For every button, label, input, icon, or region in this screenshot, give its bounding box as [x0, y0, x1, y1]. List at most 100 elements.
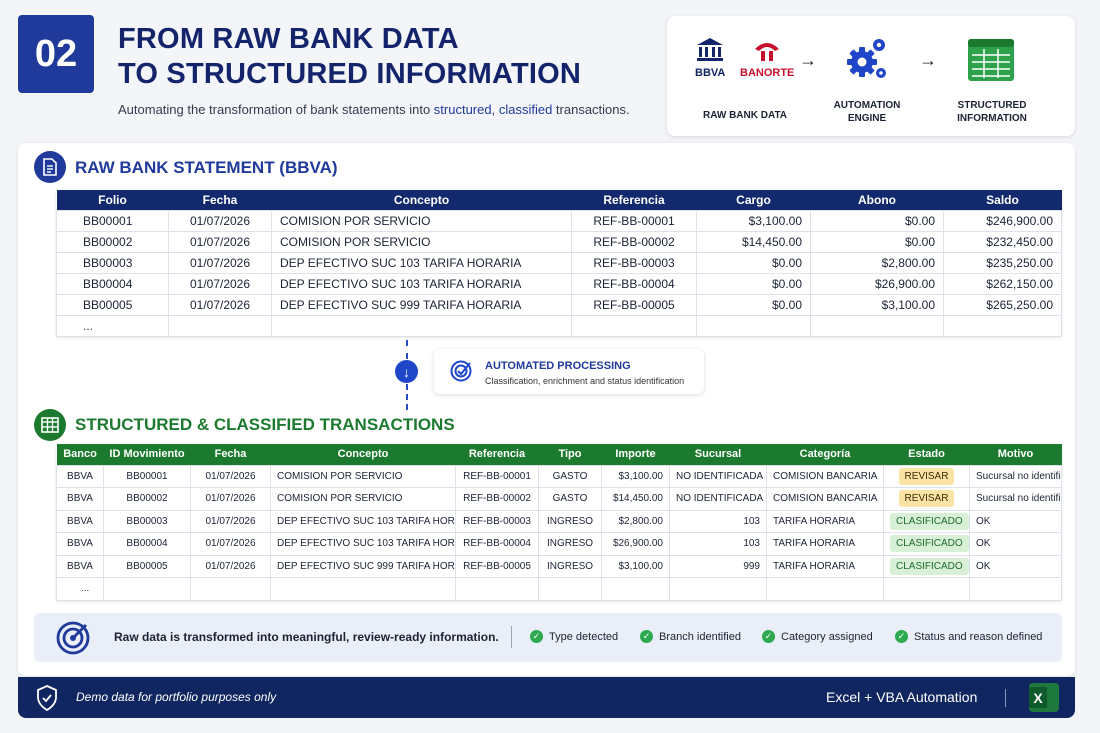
table-row-ellipsis: ... — [56, 577, 1062, 601]
table-cell: COMISION POR SERVICIO — [270, 464, 456, 488]
table-cell: $232,450.00 — [943, 230, 1062, 253]
table-cell — [969, 577, 1062, 601]
subtitle-highlight-classified: classified — [498, 102, 553, 117]
table-cell — [271, 314, 572, 337]
table-cell: $262,150.00 — [943, 272, 1062, 295]
spreadsheet-icon — [968, 39, 1014, 81]
table-cell: INGRESO — [538, 532, 602, 556]
table-cell: INGRESO — [538, 554, 602, 578]
raw-column-header: Abono — [810, 190, 944, 210]
cls-column-header: Sucursal — [669, 444, 767, 465]
check-label: Branch identified — [659, 630, 741, 643]
table-cell: $14,450.00 — [696, 230, 811, 253]
table-cell: $0.00 — [696, 293, 811, 316]
process-flow-card: BBVA BANORTE → RAW BANK DATA → AUTOMATIO… — [667, 16, 1075, 136]
table-cell: COMISION POR SERVICIO — [271, 230, 572, 253]
subtitle-text: transactions. — [552, 102, 630, 117]
table-cell — [538, 577, 602, 601]
subtitle-highlight-structured: structured — [433, 102, 492, 117]
connector-line — [406, 340, 408, 359]
table-row: BB00002 01/07/2026 COMISION POR SERVICIO RE… — [56, 230, 1062, 253]
table-cell: CLASIFICADO — [883, 532, 970, 556]
processing-subtitle: Classification, enrichment and status id… — [485, 376, 685, 386]
cls-column-header: Fecha — [190, 444, 271, 465]
page-subtitle: Automating the transformation of bank st… — [118, 102, 630, 117]
table-cell: DEP EFECTIVO SUC 103 TARIFA HORARIA — [271, 272, 572, 295]
table-cell — [103, 577, 191, 601]
table-cell: $235,250.00 — [943, 251, 1062, 274]
raw-statement-title: RAW BANK STATEMENT (BBVA) — [75, 158, 338, 177]
cls-column-header: Banco — [56, 444, 104, 465]
disclaimer-text: Demo data for portfolio purposes only — [76, 690, 277, 704]
table-cell: TARIFA HORARIA — [766, 554, 884, 578]
footer-bar: Demo data for portfolio purposes only Ex… — [18, 677, 1075, 718]
table-cell: 01/07/2026 — [190, 554, 271, 578]
table-cell — [943, 314, 1062, 337]
table-cell: Sucursal no identificada — [969, 464, 1062, 488]
table-row: BBVA BB00002 01/07/2026 COMISION POR SERVIC… — [56, 487, 1062, 511]
table-cell: DEP EFECTIVO SUC 103 TARIFA HORARIA — [271, 251, 572, 274]
table-cell: $3,100.00 — [601, 464, 670, 488]
table-cell: REF-BB-00005 — [571, 293, 697, 316]
cls-column-header: Categoría — [766, 444, 884, 465]
table-icon — [34, 409, 66, 441]
table-cell: 01/07/2026 — [168, 293, 272, 316]
table-cell — [168, 314, 272, 337]
table-cell: $3,100.00 — [601, 554, 670, 578]
raw-column-header: Saldo — [943, 190, 1062, 210]
table-cell: COMISION POR SERVICIO — [270, 487, 456, 511]
table-cell: BB00001 — [56, 209, 169, 232]
table-cell: 01/07/2026 — [190, 487, 271, 511]
processing-title: AUTOMATED PROCESSING — [485, 360, 631, 372]
table-cell: NO IDENTIFICADA — [669, 464, 767, 488]
automated-processing-callout: AUTOMATED PROCESSING Classification, enr… — [434, 349, 704, 394]
label-line: ENGINE — [847, 113, 887, 124]
raw-column-header: Referencia — [571, 190, 697, 210]
label-line: INFORMATION — [957, 113, 1027, 124]
bank-icon — [697, 38, 723, 61]
section-number-badge: 02 — [18, 15, 94, 93]
table-cell: DEP EFECTIVO SUC 103 TARIFA HORARIA — [270, 532, 456, 556]
table-cell: CLASIFICADO — [883, 509, 970, 533]
shield-icon — [37, 685, 57, 711]
table-cell: BB00003 — [103, 509, 191, 533]
title-line-1: FROM RAW BANK DATA — [118, 23, 459, 55]
table-cell: REF-BB-00004 — [455, 532, 539, 556]
table-cell: $2,800.00 — [810, 251, 944, 274]
raw-column-header: Folio — [56, 190, 169, 210]
table-cell: OK — [969, 509, 1062, 533]
table-cell: COMISION POR SERVICIO — [271, 209, 572, 232]
check-icon: ✓ — [762, 630, 775, 643]
table-cell: 01/07/2026 — [168, 209, 272, 232]
connector-line — [406, 384, 408, 410]
table-cell: BBVA — [56, 487, 104, 511]
table-cell: BB00005 — [103, 554, 191, 578]
table-cell: $265,250.00 — [943, 293, 1062, 316]
status-badge: REVISAR — [898, 490, 955, 508]
divider — [1005, 689, 1006, 707]
table-cell: OK — [969, 554, 1062, 578]
raw-bank-data-label: RAW BANK DATA — [702, 110, 788, 121]
table-cell — [571, 314, 697, 337]
check-label: Type detected — [549, 630, 619, 643]
bank-name-bbva: BBVA — [695, 67, 726, 79]
subtitle-text: Automating the transformation of bank st… — [118, 102, 434, 117]
table-cell: REF-BB-00002 — [455, 487, 539, 511]
raw-column-header: Fecha — [168, 190, 272, 210]
table-row: BBVA BB00005 01/07/2026 DEP EFECTIVO SUC 99… — [56, 554, 1062, 578]
table-cell: 01/07/2026 — [190, 509, 271, 533]
table-cell: DEP EFECTIVO SUC 999 TARIFA HORARIA — [270, 554, 456, 578]
table-cell: NO IDENTIFICADA — [669, 487, 767, 511]
banorte-logo-icon — [755, 43, 779, 61]
table-cell: $246,900.00 — [943, 209, 1062, 232]
table-cell: $3,100.00 — [696, 209, 811, 232]
target-icon — [450, 360, 472, 382]
table-cell: BBVA — [56, 554, 104, 578]
arrow-right-icon: → — [799, 50, 817, 70]
gears-icon — [847, 39, 886, 78]
raw-column-header: Cargo — [696, 190, 811, 210]
table-cell: BB00005 — [56, 293, 169, 316]
table-cell: BBVA — [56, 464, 104, 488]
cls-column-header: Motivo — [969, 444, 1062, 465]
table-cell: BBVA — [56, 532, 104, 556]
